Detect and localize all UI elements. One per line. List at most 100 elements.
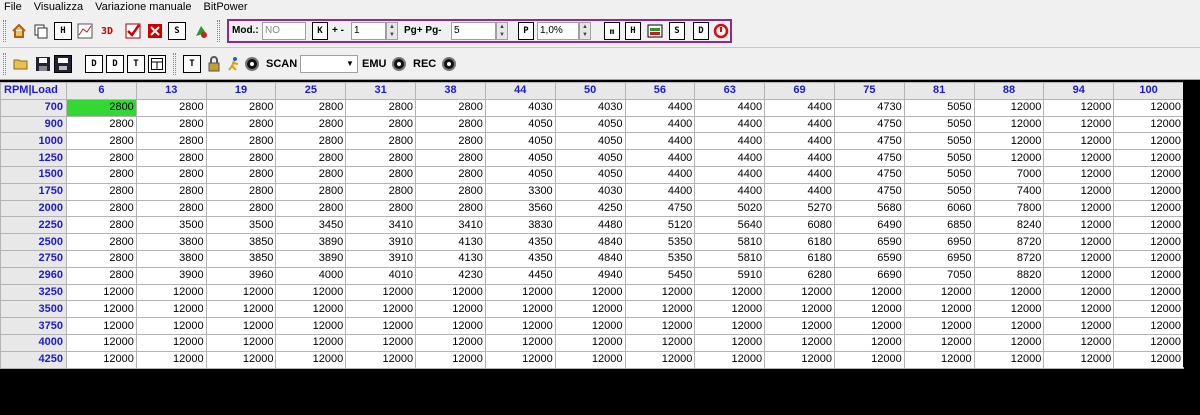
- table-cell[interactable]: 5120: [624, 216, 696, 235]
- table-cell[interactable]: 3890: [275, 233, 347, 251]
- table-cell[interactable]: 12000: [833, 283, 905, 302]
- table-cell[interactable]: 2800: [275, 149, 347, 167]
- table-cell[interactable]: 6850: [903, 216, 975, 235]
- table-cell[interactable]: 4750: [624, 199, 696, 218]
- table-cell[interactable]: 12000: [1113, 165, 1184, 184]
- table-cell[interactable]: 12000: [554, 333, 626, 352]
- toolbar-grip[interactable]: [217, 20, 220, 42]
- row-header[interactable]: 2500: [0, 233, 67, 251]
- table-cell[interactable]: 12000: [1113, 182, 1184, 201]
- table-cell[interactable]: 4400: [624, 132, 696, 151]
- check-icon[interactable]: [124, 22, 142, 40]
- table-cell[interactable]: 12000: [135, 283, 207, 302]
- table-cell[interactable]: 12000: [1043, 249, 1115, 268]
- row-header[interactable]: 1000: [0, 132, 67, 151]
- table-cell[interactable]: 12000: [415, 317, 486, 335]
- table-cell[interactable]: 4030: [484, 98, 556, 117]
- table-cell[interactable]: 4030: [554, 98, 626, 117]
- table-cell[interactable]: 5640: [694, 216, 766, 235]
- table-cell[interactable]: 7050: [903, 266, 975, 285]
- table-cell[interactable]: 7400: [973, 182, 1045, 201]
- table-cell[interactable]: 2800: [415, 199, 486, 218]
- home-icon[interactable]: [10, 22, 28, 40]
- table-cell[interactable]: 2800: [135, 182, 207, 201]
- table-cell[interactable]: 4480: [554, 216, 626, 235]
- table-cell[interactable]: 2800: [66, 165, 137, 184]
- table-cell[interactable]: 4400: [694, 149, 766, 167]
- table-cell[interactable]: 12000: [345, 333, 417, 352]
- row-header[interactable]: 4250: [0, 350, 67, 369]
- table-cell[interactable]: 12000: [764, 283, 835, 302]
- column-header[interactable]: 100: [1113, 82, 1184, 100]
- table-cell[interactable]: 12000: [973, 333, 1045, 352]
- table-cell[interactable]: 4350: [484, 249, 556, 268]
- table-cell[interactable]: 12000: [903, 283, 975, 302]
- table-cell[interactable]: 4400: [764, 132, 835, 151]
- chart-icon[interactable]: [76, 22, 94, 40]
- rec-radio-icon[interactable]: [442, 57, 456, 71]
- table-cell[interactable]: 12000: [66, 317, 137, 335]
- table-cell[interactable]: 2800: [66, 199, 137, 218]
- table-cell[interactable]: 4030: [554, 182, 626, 201]
- table-cell[interactable]: 12000: [1113, 300, 1184, 319]
- percent-field[interactable]: 1,0%: [537, 22, 579, 40]
- table-cell[interactable]: 12000: [1043, 182, 1115, 201]
- table-cell[interactable]: 12000: [554, 283, 626, 302]
- runner-icon[interactable]: [225, 55, 243, 73]
- table-cell[interactable]: 4350: [484, 233, 556, 251]
- row-header[interactable]: 1750: [0, 182, 67, 201]
- table-cell[interactable]: 2800: [205, 98, 277, 117]
- table-cell[interactable]: 12000: [554, 300, 626, 319]
- table-cell[interactable]: 6060: [903, 199, 975, 218]
- table-cell[interactable]: 12000: [484, 283, 556, 302]
- table-cell[interactable]: 12000: [66, 333, 137, 352]
- table-cell[interactable]: 3500: [205, 216, 277, 235]
- table-cell[interactable]: 6080: [764, 216, 835, 235]
- table-cell[interactable]: 3560: [484, 199, 556, 218]
- table-cell[interactable]: 12000: [135, 350, 207, 369]
- table-cell[interactable]: 12000: [1043, 199, 1115, 218]
- table-cell[interactable]: 4400: [624, 98, 696, 117]
- table-cell[interactable]: 12000: [484, 300, 556, 319]
- table-cell[interactable]: 12000: [1113, 199, 1184, 218]
- table-cell[interactable]: 2800: [345, 132, 417, 151]
- table-cell[interactable]: 4730: [833, 98, 905, 117]
- column-header[interactable]: 75: [833, 82, 905, 100]
- table-cell[interactable]: 6950: [903, 233, 975, 251]
- table-cell[interactable]: 12000: [1113, 249, 1184, 268]
- p-button[interactable]: P: [518, 22, 534, 40]
- table-cell[interactable]: 12000: [624, 317, 696, 335]
- column-header[interactable]: 44: [484, 82, 556, 100]
- table-cell[interactable]: 12000: [903, 317, 975, 335]
- table-cell[interactable]: 4400: [694, 132, 766, 151]
- table-grid-icon[interactable]: [148, 55, 166, 73]
- table-cell[interactable]: 2800: [345, 165, 417, 184]
- toolbar-grip[interactable]: [3, 53, 6, 75]
- table-cell[interactable]: 12000: [694, 300, 766, 319]
- table-cell[interactable]: 3500: [135, 216, 207, 235]
- table-cell[interactable]: 12000: [275, 350, 347, 369]
- table-cell[interactable]: 2800: [135, 149, 207, 167]
- table-cell[interactable]: 12000: [764, 300, 835, 319]
- table-cell[interactable]: 3910: [345, 249, 417, 268]
- table-cell[interactable]: 2800: [66, 115, 137, 134]
- table-cell[interactable]: 4750: [833, 149, 905, 167]
- vertical-scrollbar[interactable]: [1183, 82, 1200, 367]
- table-cell[interactable]: 12000: [484, 350, 556, 369]
- table-cell[interactable]: 2800: [275, 115, 347, 134]
- table-cell[interactable]: 8240: [973, 216, 1045, 235]
- table-cell[interactable]: 12000: [694, 317, 766, 335]
- table-cell[interactable]: 4750: [833, 165, 905, 184]
- page-step-field[interactable]: 5: [451, 22, 496, 40]
- save-as-icon[interactable]: [54, 55, 72, 73]
- table-cell[interactable]: 2800: [415, 165, 486, 184]
- table-cell[interactable]: 4400: [764, 149, 835, 167]
- table-cell[interactable]: 12000: [624, 333, 696, 352]
- column-header[interactable]: 56: [624, 82, 696, 100]
- table-cell[interactable]: 2800: [66, 132, 137, 151]
- toolbar-grip[interactable]: [173, 53, 176, 75]
- table-cell[interactable]: 3300: [484, 182, 556, 201]
- table-cell[interactable]: 12000: [1113, 98, 1184, 117]
- table-cell[interactable]: 12000: [1113, 149, 1184, 167]
- table-cell[interactable]: 3890: [275, 249, 347, 268]
